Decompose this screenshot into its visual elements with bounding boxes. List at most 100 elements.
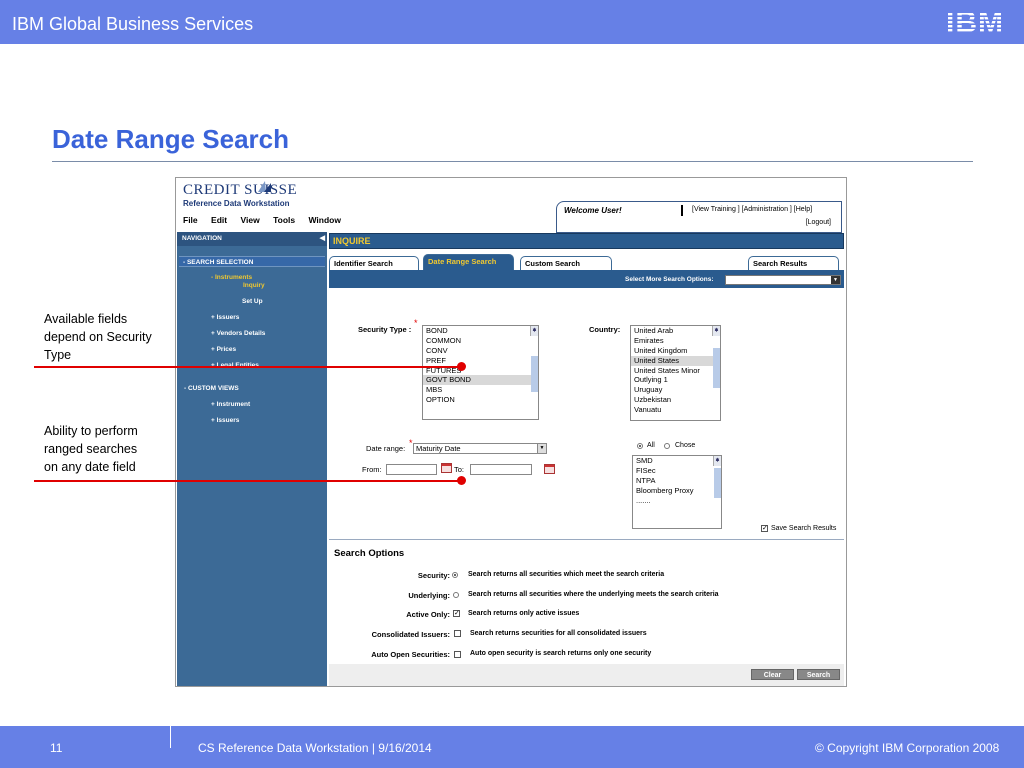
tab-search-results[interactable]: Search Results [748,256,839,270]
header-bar: IBM Global Business Services IBM [0,0,1024,44]
list-item[interactable]: United States Minor [631,366,720,376]
list-item[interactable]: Uruguay [631,385,720,395]
header-title: IBM Global Business Services [12,14,254,34]
menu-view[interactable]: View [240,215,259,225]
footer-center: CS Reference Data Workstation | 9/16/201… [198,741,432,755]
svg-text:IBM: IBM [946,6,1004,37]
calendar-icon[interactable] [441,463,452,473]
nav-custom-views[interactable]: - CUSTOM VIEWS [184,385,239,392]
search-button[interactable]: Search [797,669,840,680]
page-title: Date Range Search [52,124,289,154]
menu-tools[interactable]: Tools [273,215,295,225]
nav-search-selection[interactable]: - SEARCH SELECTION [179,256,325,267]
date-range-value: Maturity Date [416,444,461,453]
top-links[interactable]: [View Training ] [Administration ] [Help… [692,206,812,213]
search-options-title: Search Options [334,548,405,559]
menu-file[interactable]: File [183,215,198,225]
callout-line: depend on Security [44,330,152,344]
tab-date-range-search[interactable]: Date Range Search [423,254,514,271]
calendar-icon[interactable] [544,464,555,474]
app-subtitle: Reference Data Workstation [183,199,290,208]
from-date-input[interactable] [386,464,437,475]
clear-button[interactable]: Clear [751,669,794,680]
list-item-selected[interactable]: United States [631,355,720,366]
nav-vendors-details[interactable]: + Vendors Details [211,330,265,337]
title-divider [52,161,973,162]
country-list[interactable]: United Arab Emirates United Kingdom Unit… [630,325,721,421]
scroll-down-icon[interactable]: ▼ [713,328,720,335]
save-results-checkbox[interactable]: ✓ [761,525,768,532]
footer-divider [170,726,171,748]
list-item[interactable]: MBS [423,385,538,395]
dropdown-arrow-icon: ▼ [831,276,840,284]
list-item[interactable]: Emirates [631,336,720,346]
list-item-selected[interactable]: GOVT BOND [423,375,538,386]
logout-link[interactable]: [Logout] [806,219,831,226]
list-item[interactable]: PREF [423,356,538,366]
welcome-panel: Welcome User! [View Training ] [Administ… [556,201,842,233]
option-label: Underlying: [408,591,450,600]
scrollbar[interactable]: ▲ ▼ [713,456,721,498]
list-item[interactable]: ....... [633,496,721,506]
menu-edit[interactable]: Edit [211,215,227,225]
list-item[interactable]: Uzbekistan [631,395,720,405]
option-label: Security: [417,571,450,580]
list-item[interactable]: COMMON [423,336,538,346]
tab-identifier-search[interactable]: Identifier Search [329,256,419,270]
security-radio[interactable] [452,572,458,578]
list-item[interactable]: United Kingdom [631,346,720,356]
list-item[interactable]: SMD [633,456,721,466]
from-label: From: [362,465,382,474]
nav-cv-issuers[interactable]: + Issuers [211,417,239,424]
option-description: Search returns all securities where the … [468,591,719,598]
nav-instruments[interactable]: - Instruments [211,274,252,281]
required-marker: * [414,318,418,328]
list-item[interactable]: CONV [423,346,538,356]
auto-open-checkbox[interactable] [454,651,461,658]
nav-prices[interactable]: + Prices [211,346,236,353]
chose-label: Chose [675,442,696,449]
sources-list[interactable]: SMD FISec NTPA Bloomberg Proxy ....... ▲… [632,455,722,529]
consolidated-issuers-checkbox[interactable] [454,630,461,637]
nav-setup[interactable]: Set Up [242,298,263,305]
inquire-bar: INQUIRE [329,233,844,249]
callout-line: Available fields [44,312,128,326]
list-item[interactable]: BOND [423,326,538,336]
nav-issuers[interactable]: + Issuers [211,314,239,321]
list-item[interactable]: United Arab [631,326,720,336]
list-item[interactable]: Bloomberg Proxy [633,486,721,496]
list-item[interactable]: FISec [633,466,721,476]
security-type-list[interactable]: BOND COMMON CONV PREF FUTURES GOVT BOND … [422,325,539,420]
option-label: Consolidated Issuers: [371,630,450,639]
navigation-label: NAVIGATION [182,235,222,242]
ibm-logo: IBM [946,5,1018,39]
chose-radio[interactable] [664,443,670,449]
menu-window[interactable]: Window [308,215,341,225]
all-radio[interactable] [637,443,643,449]
scroll-down-icon[interactable]: ▼ [714,458,721,465]
callout-line: Type [44,348,72,362]
underlying-radio[interactable] [453,592,459,598]
active-only-checkbox[interactable]: ✓ [453,610,460,617]
list-item[interactable]: OPTION [423,395,538,405]
dropdown-arrow-icon: ▼ [537,444,546,453]
sails-icon [258,181,271,192]
list-item[interactable]: Vanuatu [631,405,720,415]
navigation-header: NAVIGATION ◀ [177,232,327,246]
list-item[interactable]: Outlying 1 [631,375,720,385]
tab-custom-search[interactable]: Custom Search [520,256,612,270]
collapse-arrow-icon[interactable]: ◀ [320,234,325,242]
option-label: Auto Open Securities: [371,650,450,659]
select-more-label: Select More Search Options: [625,276,714,283]
scroll-down-icon[interactable]: ▼ [531,328,538,335]
scrollbar[interactable]: ▲ ▼ [712,326,720,388]
scrollbar[interactable]: ▲ ▼ [530,326,538,392]
more-options-select[interactable]: ▼ [725,275,841,285]
nav-cv-instrument[interactable]: + Instrument [211,401,250,408]
callout-line-1 [34,366,462,368]
date-range-select[interactable]: Maturity Date ▼ [413,443,547,454]
list-item[interactable]: NTPA [633,476,721,486]
to-date-input[interactable] [470,464,532,475]
callout-line: on any date field [44,460,136,474]
nav-inquiry[interactable]: Inquiry [243,282,265,289]
